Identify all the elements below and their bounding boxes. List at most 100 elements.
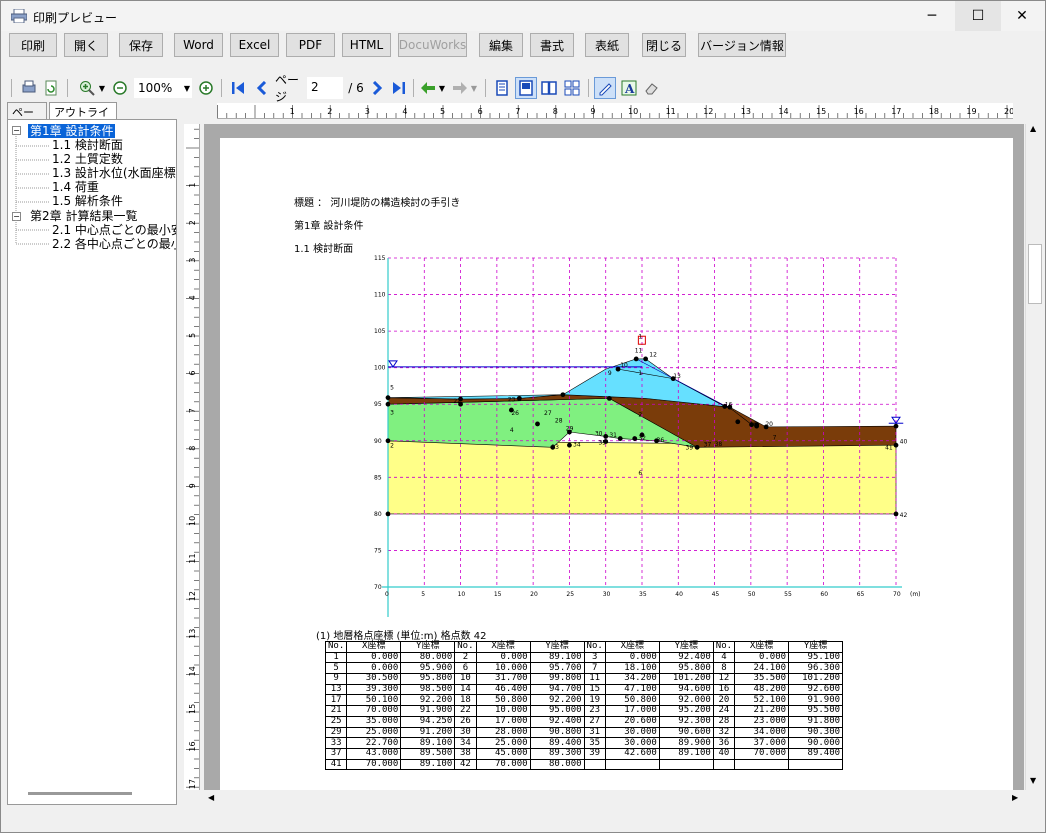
table-cell: 91.900 [400,705,456,717]
window-title: 印刷プレビュー [33,11,118,25]
table-cell: 52.100 [734,694,790,707]
docuworks-button[interactable]: DocuWorks [398,33,467,57]
x-tick-label: 35 [639,591,647,598]
table-cell: 89.900 [658,737,714,749]
zoom-in-icon[interactable] [77,77,97,99]
table-cell: 25.000 [475,737,531,749]
table-cell: 4 [712,651,736,664]
save-button[interactable]: 保存 [119,33,163,57]
command-button-row: 印刷 開く 保存 Word Excel PDF HTML DocuWorks 編… [1,33,1045,61]
vertical-scroll-thumb[interactable] [1028,244,1042,304]
table-row: 1 0.000 80.000 2 0.000 89.100 3 0.000 92.400 4 0.0… [324,651,844,664]
outline-hscroll-thumb[interactable] [28,792,132,795]
node-label: 2 [390,442,394,449]
next-page-icon[interactable] [368,77,386,99]
table-cell: 50.100 [346,694,402,707]
ruler-label: 12 [188,591,197,601]
table-row: 9 30.500 95.800 10 31.700 99.800 11 34.200 101.2… [324,673,844,685]
scroll-up-icon[interactable]: ▲ [1030,124,1036,133]
page-number-input[interactable]: 2 [307,77,343,99]
horizontal-ruler: 1234567891011121314151617181920 [217,103,1013,119]
table-cell: 89.100 [400,737,456,749]
preview-page: 標題 ： 河川堤防の構造検討の手引き 第1章 設計条件 1.1 検討断面 051… [220,138,1013,790]
x-unit-label: (m) [910,591,921,598]
table-cell: 92.200 [529,694,585,707]
node-point [560,392,566,398]
ruler-label: 14 [188,666,197,676]
table-cell: 42 [454,758,477,771]
previous-page-icon[interactable] [253,77,271,99]
maximize-button[interactable]: ☐ [955,1,1001,31]
node-label: 19 [749,421,757,428]
close-preview-button[interactable]: 閉じる [642,33,686,57]
pen-tool-icon[interactable] [594,77,616,99]
version-info-button[interactable]: バージョン情報 [698,33,786,57]
table-cell: 80.000 [529,758,585,771]
node-label: 42 [900,512,908,519]
table-row: 37 43.000 89.500 38 45.000 89.300 39 42.600 89.1… [324,747,844,760]
table-cell: 89.300 [529,747,585,760]
vertical-scrollbar[interactable]: ▲ ▼ [1025,124,1043,790]
zoom-combo-arrow-icon[interactable]: ▼ [182,77,192,99]
table-cell: 0.000 [734,651,790,664]
multi-page-view-icon[interactable] [562,77,582,99]
eraser-tool-icon[interactable] [641,77,661,99]
zoom-out-icon[interactable] [111,77,129,99]
tab-outline[interactable]: アウトライン [49,102,117,135]
scroll-right-icon[interactable]: ▶ [1012,793,1018,802]
two-page-view-icon[interactable] [539,77,559,99]
table-header-cell: X座標 [734,641,790,653]
table-cell: 89.100 [400,758,456,771]
x-tick-label: 40 [675,591,683,598]
zoom-plus-icon[interactable] [197,77,215,99]
cover-button[interactable]: 表紙 [585,33,629,57]
preview-area[interactable]: 標題 ： 河川堤防の構造検討の手引き 第1章 設計条件 1.1 検討断面 051… [204,124,1024,790]
table-row: 25 35.000 94.250 26 17.000 92.400 27 20.600 92.3… [324,715,844,728]
html-button[interactable]: HTML [342,33,391,57]
text-tool-icon[interactable]: A [619,77,639,99]
word-button[interactable]: Word [174,33,223,57]
ruler-label: 10 [628,107,638,116]
last-page-icon[interactable] [390,77,408,99]
open-button[interactable]: 開く [64,33,108,57]
back-dropdown-arrow-icon[interactable]: ▼ [437,77,447,99]
format-button[interactable]: 書式 [530,33,574,57]
print-button[interactable]: 印刷 [9,33,57,57]
back-arrow-icon[interactable] [419,77,437,99]
ruler-label: 9 [590,107,595,116]
ruler-label: 15 [188,704,197,714]
pdf-button[interactable]: PDF [286,33,335,57]
toolbar-separator [485,79,486,97]
minimize-button[interactable]: ─ [909,1,955,31]
node-label: 26 [511,410,519,417]
tab-pages[interactable]: ページ [7,102,47,135]
scroll-down-icon[interactable]: ▼ [1030,776,1036,785]
horizontal-scrollbar[interactable]: ◀ ▶ [204,791,1024,807]
edit-button[interactable]: 編集 [479,33,523,57]
scroll-left-icon[interactable]: ◀ [208,793,214,802]
ruler-label: 5 [188,333,197,338]
table-cell: 10.000 [475,705,531,717]
table-cell: 95.800 [400,673,456,685]
excel-button[interactable]: Excel [230,33,279,57]
ruler-label: 13 [188,629,197,639]
forward-arrow-icon[interactable] [451,77,469,99]
toolbar-separator [11,79,12,97]
table-cell: 20 [712,694,736,707]
table-cell: 95.500 [788,705,844,717]
table-cell: 14 [454,683,477,696]
table-cell: 46.400 [475,683,531,696]
close-button[interactable]: ✕ [999,1,1045,31]
full-page-view-icon[interactable] [515,77,537,99]
refresh-icon[interactable] [41,77,61,99]
first-page-icon[interactable] [229,77,247,99]
print-page-icon[interactable] [19,77,39,99]
ruler-label: 11 [666,107,676,116]
table-cell: 29 [324,726,348,739]
ruler-label: 8 [188,446,197,451]
node-label: 20 [765,421,773,428]
zoom-dropdown-arrow-icon[interactable]: ▼ [97,77,107,99]
node-label: 23 [508,396,516,403]
forward-dropdown-arrow-icon[interactable]: ▼ [469,77,479,99]
single-page-view-icon[interactable] [492,77,512,99]
